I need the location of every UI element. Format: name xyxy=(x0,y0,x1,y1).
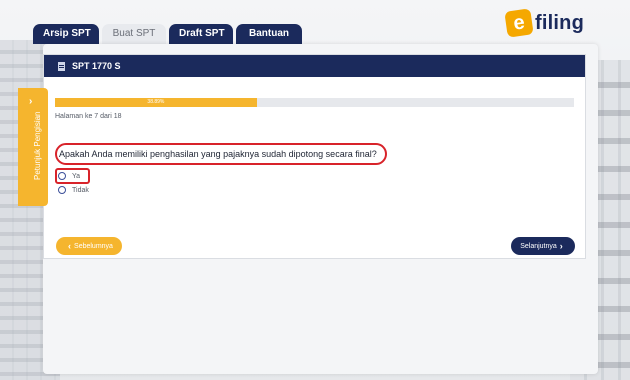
tab-bantuan[interactable]: Bantuan xyxy=(236,24,302,44)
form-header: SPT 1770 S xyxy=(44,55,585,77)
option-ya[interactable]: Ya xyxy=(55,168,91,184)
document-icon xyxy=(58,61,65,71)
option-tidak[interactable]: Tidak xyxy=(55,186,89,194)
radio-ya[interactable] xyxy=(58,172,66,180)
logo-text: filing xyxy=(535,11,584,34)
page-indicator: Halaman ke 7 dari 18 xyxy=(55,113,122,120)
chevron-right-icon: › xyxy=(559,241,563,251)
tab-bar: Arsip SPT Buat SPT Draft SPT Bantuan xyxy=(33,24,302,44)
next-button-label: Selanjutnya xyxy=(520,242,557,250)
question-text: Apakah Anda memiliki penghasilan yang pa… xyxy=(55,143,387,165)
tab-arsip-spt[interactable]: Arsip SPT xyxy=(33,24,99,44)
guide-side-tab[interactable]: › Petunjuk Pengisian xyxy=(18,88,48,206)
chevron-left-icon: ‹ xyxy=(68,241,72,251)
tab-buat-spt[interactable]: Buat SPT xyxy=(102,24,166,44)
next-button[interactable]: Selanjutnya › xyxy=(511,237,575,255)
progress-bar: 38.89% xyxy=(55,98,574,107)
previous-button-label: Sebelumnya xyxy=(74,242,113,250)
guide-label: Petunjuk Pengisian xyxy=(33,111,42,181)
radio-tidak[interactable] xyxy=(58,186,66,194)
chevron-right-icon: › xyxy=(29,96,33,107)
form-panel: SPT 1770 S 38.89% Halaman ke 7 dari 18 A… xyxy=(43,54,586,259)
tab-draft-spt[interactable]: Draft SPT xyxy=(169,24,233,44)
form-title: SPT 1770 S xyxy=(72,61,121,71)
progress-fill: 38.89% xyxy=(55,98,257,107)
previous-button[interactable]: ‹ Sebelumnya xyxy=(56,237,122,255)
option-tidak-label: Tidak xyxy=(72,186,89,194)
option-ya-label: Ya xyxy=(72,172,81,180)
logo-mark: e xyxy=(504,8,534,38)
form-card: SPT 1770 S 38.89% Halaman ke 7 dari 18 A… xyxy=(43,44,598,374)
efiling-logo: e filing xyxy=(504,8,584,38)
